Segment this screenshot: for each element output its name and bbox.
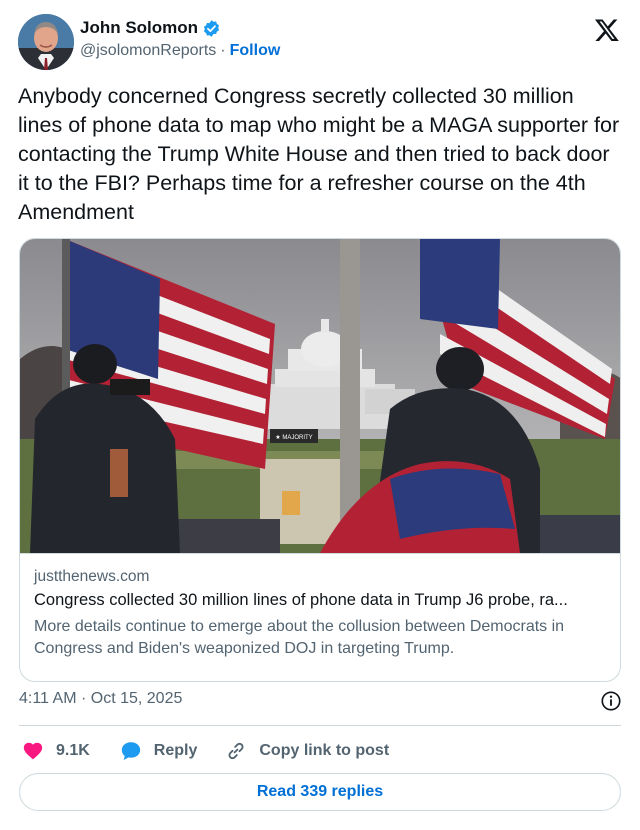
link-preview-card[interactable]: ★ MAJORITY justthenews.com Congress coll… — [19, 238, 621, 682]
link-icon — [228, 742, 244, 760]
read-replies-button[interactable]: Read 339 replies — [19, 773, 621, 811]
copy-link-button[interactable]: Copy link to post — [225, 740, 389, 762]
card-domain: justthenews.com — [34, 568, 150, 585]
tweet-timestamp[interactable]: 4:11 AM · Oct 15, 2025 — [19, 690, 182, 708]
card-info: justthenews.com Congress collected 30 mi… — [20, 553, 620, 681]
avatar[interactable] — [18, 14, 74, 70]
like-count: 9.1K — [56, 742, 90, 759]
card-title[interactable]: Congress collected 30 million lines of p… — [34, 591, 606, 610]
card-image: ★ MAJORITY — [20, 239, 620, 553]
reply-button[interactable]: Reply — [120, 740, 198, 762]
author-handle[interactable]: @jsolomonReports — [80, 42, 216, 60]
author-name[interactable]: John Solomon — [80, 18, 198, 38]
like-button[interactable]: 9.1K — [22, 740, 90, 762]
heart-icon — [23, 742, 43, 760]
tweet-header: John Solomon @jsolomonReports · Follow — [18, 14, 622, 70]
copy-link-label: Copy link to post — [259, 742, 390, 759]
speech-bubble-icon — [121, 742, 140, 761]
verified-badge-icon — [204, 19, 220, 37]
timestamp-separator: · — [80, 690, 87, 707]
x-logo-icon[interactable] — [594, 17, 620, 43]
tweet-time: 4:11 AM — [19, 690, 77, 707]
info-icon[interactable] — [600, 690, 622, 712]
handle-separator: · — [220, 42, 226, 59]
follow-button[interactable]: Follow — [230, 42, 281, 60]
tweet-date: Oct 15, 2025 — [90, 690, 183, 707]
tweet-text: Anybody concerned Congress secretly coll… — [18, 84, 620, 224]
card-image-sign-text: ★ MAJORITY — [275, 434, 312, 441]
divider — [19, 725, 621, 726]
card-description: More details continue to emerge about th… — [34, 618, 565, 657]
author-info: John Solomon @jsolomonReports · Follow — [80, 17, 280, 60]
action-bar: 9.1K Reply Copy link to post — [22, 737, 389, 765]
reply-label: Reply — [153, 742, 198, 759]
